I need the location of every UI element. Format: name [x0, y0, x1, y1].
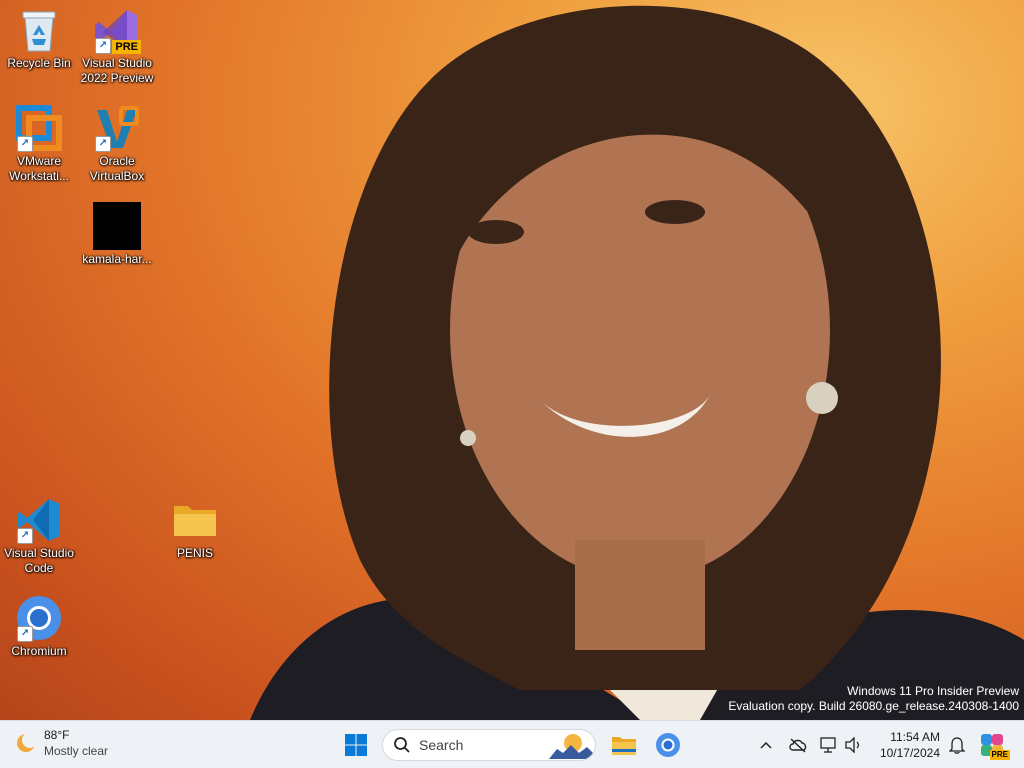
weather-condition: Mostly clear	[44, 744, 109, 758]
copilot-pre-badge: PRE	[989, 750, 1010, 760]
copilot-button[interactable]: PRE	[974, 727, 1010, 763]
desktop-icon-label: Recycle Bin	[7, 56, 71, 70]
watermark-edition: Windows 11 Pro Insider Preview	[847, 684, 1019, 698]
desktop-icon-image-file[interactable]: kamala-har...	[78, 202, 156, 288]
desktop-icon-recycle-bin[interactable]: Recycle Bin	[0, 6, 78, 92]
taskbar-search-box[interactable]: Search	[382, 729, 596, 761]
desktop-icon-label: Chromium	[11, 644, 67, 658]
desktop-icon-visual-studio-preview[interactable]: PRE ↗ Visual Studio 2022 Preview	[78, 6, 156, 92]
windows-logo-icon	[345, 734, 367, 756]
desktop[interactable]: Recycle Bin PRE ↗ Visual Studio 2022 Pre…	[0, 0, 1024, 720]
search-placeholder: Search	[419, 737, 464, 753]
desktop-icon-vmware[interactable]: ↗ VMware Workstati...	[0, 104, 78, 190]
network-tray-button[interactable]	[818, 733, 840, 757]
chromium-taskbar-button[interactable]	[650, 727, 686, 763]
desktop-icon-label: Visual Studio Code	[4, 546, 74, 575]
taskbar: 88°F Mostly clear Search 11:54 AM 10/17/…	[0, 720, 1024, 768]
show-hidden-icons-button[interactable]	[756, 733, 776, 757]
speaker-icon	[845, 737, 860, 753]
virtualbox-icon: ↗	[93, 104, 141, 152]
weather-widget[interactable]: 88°F Mostly clear	[14, 727, 108, 759]
visual-studio-preview-icon: PRE ↗	[93, 6, 141, 54]
shortcut-arrow-icon: ↗	[17, 136, 33, 152]
notifications-button[interactable]	[946, 733, 968, 757]
weather-moon-icon	[17, 732, 38, 752]
vscode-icon: ↗	[15, 496, 63, 544]
desktop-icon-vscode[interactable]: ↗ Visual Studio Code	[0, 496, 78, 582]
network-ethernet-icon	[820, 737, 836, 753]
bell-icon	[949, 737, 965, 754]
desktop-icon-label: Visual Studio 2022 Preview	[80, 56, 154, 85]
shortcut-arrow-icon: ↗	[17, 528, 33, 544]
shortcut-arrow-icon: ↗	[95, 38, 111, 54]
weather-temperature: 88°F	[44, 728, 70, 742]
search-icon	[394, 737, 410, 753]
clock-time: 11:54 AM	[890, 730, 940, 744]
cloud-offline-icon	[789, 738, 807, 753]
desktop-icon-virtualbox[interactable]: ↗ Oracle VirtualBox	[78, 104, 156, 190]
vmware-icon: ↗	[15, 104, 63, 152]
folder-icon	[171, 496, 219, 544]
shortcut-arrow-icon: ↗	[17, 626, 33, 642]
desktop-icon-label: Oracle VirtualBox	[89, 154, 145, 183]
desktop-icon-folder[interactable]: PENIS	[156, 496, 234, 582]
pre-badge: PRE	[112, 40, 141, 54]
watermark-build: Evaluation copy. Build 26080.ge_release.…	[728, 699, 1019, 713]
volume-tray-button[interactable]	[842, 733, 864, 757]
desktop-icon-label: VMware Workstati...	[9, 154, 69, 183]
recycle-bin-icon	[15, 6, 63, 54]
windows-watermark: Windows 11 Pro Insider Preview Evaluatio…	[728, 684, 1019, 714]
chromium-icon	[656, 733, 680, 757]
chevron-up-icon	[760, 741, 772, 749]
search-highlight-icon	[549, 734, 595, 759]
desktop-icon-label: PENIS	[176, 546, 213, 560]
shortcut-arrow-icon: ↗	[95, 136, 111, 152]
onedrive-tray-button[interactable]	[786, 733, 810, 757]
file-explorer-icon	[612, 737, 636, 755]
chromium-icon: ↗	[15, 594, 63, 642]
clock-date: 10/17/2024	[879, 746, 940, 760]
desktop-icon-chromium[interactable]: ↗ Chromium	[0, 594, 78, 680]
image-file-icon	[93, 202, 141, 250]
desktop-icon-label: kamala-har...	[82, 252, 152, 266]
start-button[interactable]	[338, 727, 374, 763]
taskbar-clock[interactable]: 11:54 AM 10/17/2024	[874, 729, 940, 761]
file-explorer-button[interactable]	[606, 727, 642, 763]
